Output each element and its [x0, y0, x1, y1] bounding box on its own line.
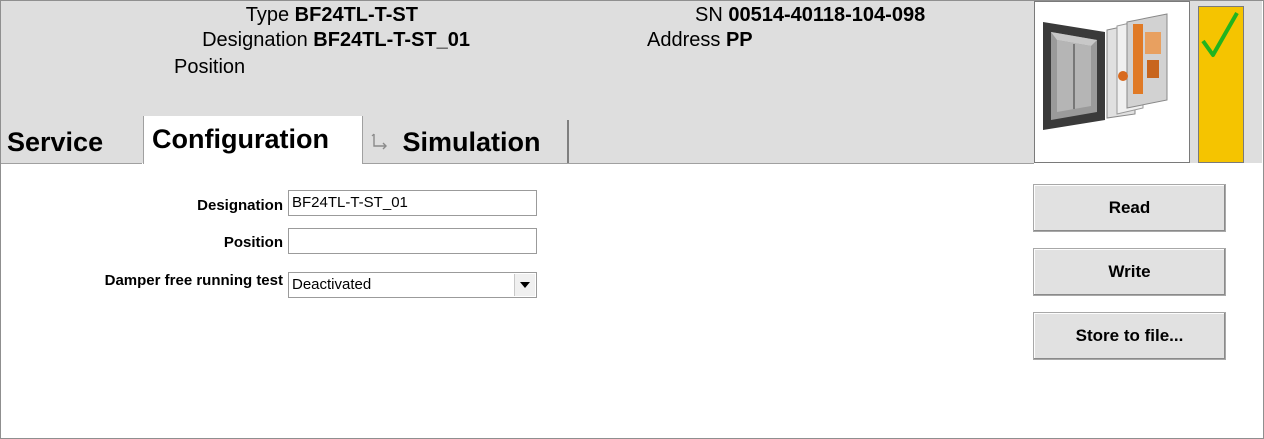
designation-row: Designation BF24TL-T-ST_01	[110, 29, 470, 51]
sn-value: 00514-40118-104-098	[728, 4, 926, 26]
type-label: Type	[245, 4, 290, 26]
type-value: BF24TL-T-ST	[294, 4, 418, 26]
position-input[interactable]	[288, 228, 537, 254]
designation-value: BF24TL-T-ST_01	[313, 29, 470, 51]
designation-field-label: Designation	[197, 197, 283, 214]
checkmark-icon	[1201, 12, 1239, 57]
write-button[interactable]: Write	[1033, 248, 1226, 296]
dropdown-button[interactable]	[514, 274, 535, 296]
store-to-file-button-label: Store to file...	[1075, 326, 1184, 345]
position-field-label: Position	[223, 234, 283, 251]
address-value: PP	[725, 29, 753, 51]
sn-row: SN 00514-40118-104-098	[695, 4, 925, 26]
tab-simulation-label: Simulation	[402, 127, 541, 157]
read-button[interactable]: Read	[1033, 184, 1226, 232]
store-to-file-button[interactable]: Store to file...	[1033, 312, 1226, 360]
designation-label: Designation	[202, 29, 308, 51]
tab-service-label: Service	[7, 127, 104, 157]
type-row: Type BF24TL-T-ST	[150, 4, 418, 26]
tab-configuration[interactable]: Configuration	[143, 116, 363, 164]
sn-label: SN	[695, 4, 723, 26]
simulation-icon	[371, 119, 389, 164]
device-image	[1034, 1, 1190, 163]
tab-divider	[362, 163, 1034, 164]
damper-test-label: Damper free running test	[104, 272, 283, 289]
tab-configuration-label: Configuration	[152, 124, 329, 154]
damper-actuator-image	[1043, 13, 1168, 130]
address-row: Address PP	[647, 29, 753, 51]
damper-test-value: Deactivated	[292, 276, 372, 293]
chevron-down-icon	[520, 282, 530, 288]
designation-input[interactable]: BF24TL-T-ST_01	[288, 190, 537, 216]
damper-test-select[interactable]: Deactivated	[288, 272, 537, 298]
address-label: Address	[647, 29, 721, 51]
tab-divider	[1, 163, 142, 164]
position-label: Position	[174, 56, 246, 78]
status-indicator	[1198, 6, 1244, 163]
read-button-label: Read	[1108, 198, 1151, 217]
tab-service[interactable]: Service	[7, 120, 103, 163]
tab-simulation[interactable]: Simulation	[361, 120, 569, 163]
write-button-label: Write	[1108, 262, 1151, 281]
